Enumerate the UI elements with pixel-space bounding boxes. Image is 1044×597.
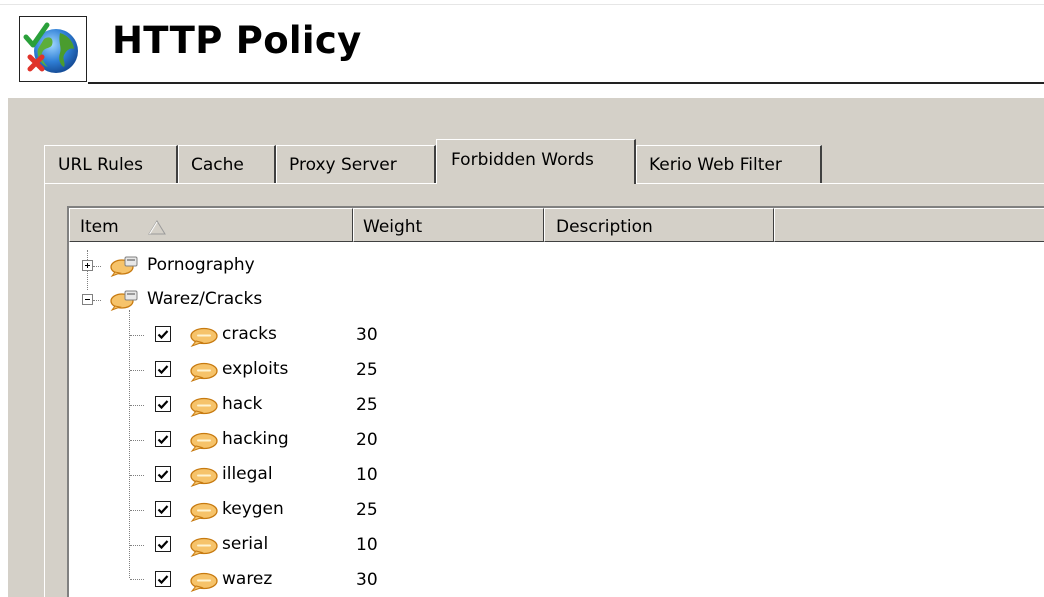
speech-bubble-icon: [190, 362, 218, 382]
word-weight: 25: [356, 395, 378, 415]
tree-group-row[interactable]: Pornography: [69, 249, 1044, 283]
word-label: warez: [222, 569, 273, 589]
tree-connector-line: [130, 370, 144, 371]
tab-cache[interactable]: Cache: [178, 145, 276, 183]
forbidden-words-tree-list[interactable]: Item Weight Description Pornography Ware…: [67, 206, 1044, 597]
tab-label: Forbidden Words: [451, 150, 594, 170]
page-header: HTTP Policy: [0, 0, 1044, 98]
item-checkbox[interactable]: [155, 466, 171, 482]
word-label: hack: [222, 394, 263, 414]
tree-item-row[interactable]: illegal 10: [69, 458, 1044, 492]
word-label: serial: [222, 534, 269, 554]
speech-bubble-icon: [190, 327, 218, 347]
tab-label: Kerio Web Filter: [649, 155, 782, 175]
item-checkbox[interactable]: [155, 431, 171, 447]
word-weight: 30: [356, 325, 378, 345]
tree-item-row[interactable]: keygen 25: [69, 493, 1044, 527]
tree-connector-line: [130, 440, 144, 441]
group-label: Pornography: [147, 255, 255, 275]
word-weight: 30: [356, 570, 378, 590]
expand-plus-icon[interactable]: [82, 260, 93, 271]
tree-connector-line: [130, 405, 144, 406]
tree-item-row[interactable]: hacking 20: [69, 423, 1044, 457]
tree-item-row[interactable]: serial 10: [69, 528, 1044, 562]
column-header-description[interactable]: Description: [544, 208, 774, 242]
word-label: illegal: [222, 464, 273, 484]
item-checkbox[interactable]: [155, 361, 171, 377]
item-checkbox[interactable]: [155, 501, 171, 517]
word-weight: 25: [356, 500, 378, 520]
word-label: exploits: [222, 359, 289, 379]
checkmark-icon: [157, 540, 169, 550]
page-title: HTTP Policy: [112, 19, 362, 62]
collapse-minus-icon[interactable]: [82, 294, 93, 305]
tree-item-row[interactable]: exploits 25: [69, 353, 1044, 387]
item-checkbox[interactable]: [155, 396, 171, 412]
tree-connector-line: [93, 300, 101, 301]
tree-connector-line: [130, 335, 144, 336]
column-header-label: Description: [556, 217, 653, 237]
column-header-filler: [774, 208, 1044, 242]
tree-item-row[interactable]: cracks 30: [69, 318, 1044, 352]
checkmark-icon: [157, 435, 169, 445]
tree-connector-line: [130, 579, 144, 580]
column-header-item[interactable]: Item: [69, 208, 353, 242]
checkmark-icon: [157, 505, 169, 515]
tree-connector-line: [130, 545, 144, 546]
checkmark-icon: [157, 365, 169, 375]
column-header-weight[interactable]: Weight: [353, 208, 544, 242]
tree-item-row[interactable]: hack 25: [69, 388, 1044, 422]
checkmark-icon: [157, 470, 169, 480]
header-underline: [88, 82, 1044, 84]
tab-proxy-server[interactable]: Proxy Server: [276, 145, 436, 183]
speech-bubble-icon: [190, 432, 218, 452]
word-weight: 10: [356, 465, 378, 485]
word-weight: 10: [356, 535, 378, 555]
item-checkbox[interactable]: [155, 536, 171, 552]
word-label: hacking: [222, 429, 289, 449]
item-checkbox[interactable]: [155, 571, 171, 587]
speech-bubble-icon: [190, 467, 218, 487]
group-label: Warez/Cracks: [147, 289, 263, 309]
tab-kerio-web-filter[interactable]: Kerio Web Filter: [636, 145, 822, 183]
http-policy-globe-check-icon: [19, 16, 87, 82]
speech-bubble-icon: [190, 572, 218, 592]
column-header-label: Item: [80, 217, 119, 237]
tab-label: Proxy Server: [289, 155, 397, 175]
item-checkbox[interactable]: [155, 326, 171, 342]
word-group-bubbles-icon: [110, 290, 138, 311]
tab-forbidden-words[interactable]: Forbidden Words: [436, 139, 636, 184]
tree-item-row[interactable]: warez 30: [69, 563, 1044, 597]
tree-connector-line: [130, 475, 144, 476]
checkmark-icon: [157, 400, 169, 410]
checkmark-icon: [157, 575, 169, 585]
speech-bubble-icon: [190, 397, 218, 417]
tree-group-row[interactable]: Warez/Cracks: [69, 283, 1044, 317]
word-label: keygen: [222, 499, 284, 519]
tab-label: Cache: [191, 155, 244, 175]
header-top-divider: [0, 4, 1044, 5]
word-label: cracks: [222, 324, 277, 344]
checkmark-icon: [157, 330, 169, 340]
word-group-bubbles-icon: [110, 256, 138, 277]
word-weight: 25: [356, 360, 378, 380]
speech-bubble-icon: [190, 502, 218, 522]
word-weight: 20: [356, 430, 378, 450]
tree-connector-line: [93, 266, 101, 267]
tab-url-rules[interactable]: URL Rules: [44, 145, 178, 183]
tab-label: URL Rules: [58, 155, 143, 175]
speech-bubble-icon: [190, 537, 218, 557]
column-header-label: Weight: [363, 217, 423, 237]
sort-ascending-icon: [148, 220, 166, 235]
tree-connector-line: [130, 510, 144, 511]
